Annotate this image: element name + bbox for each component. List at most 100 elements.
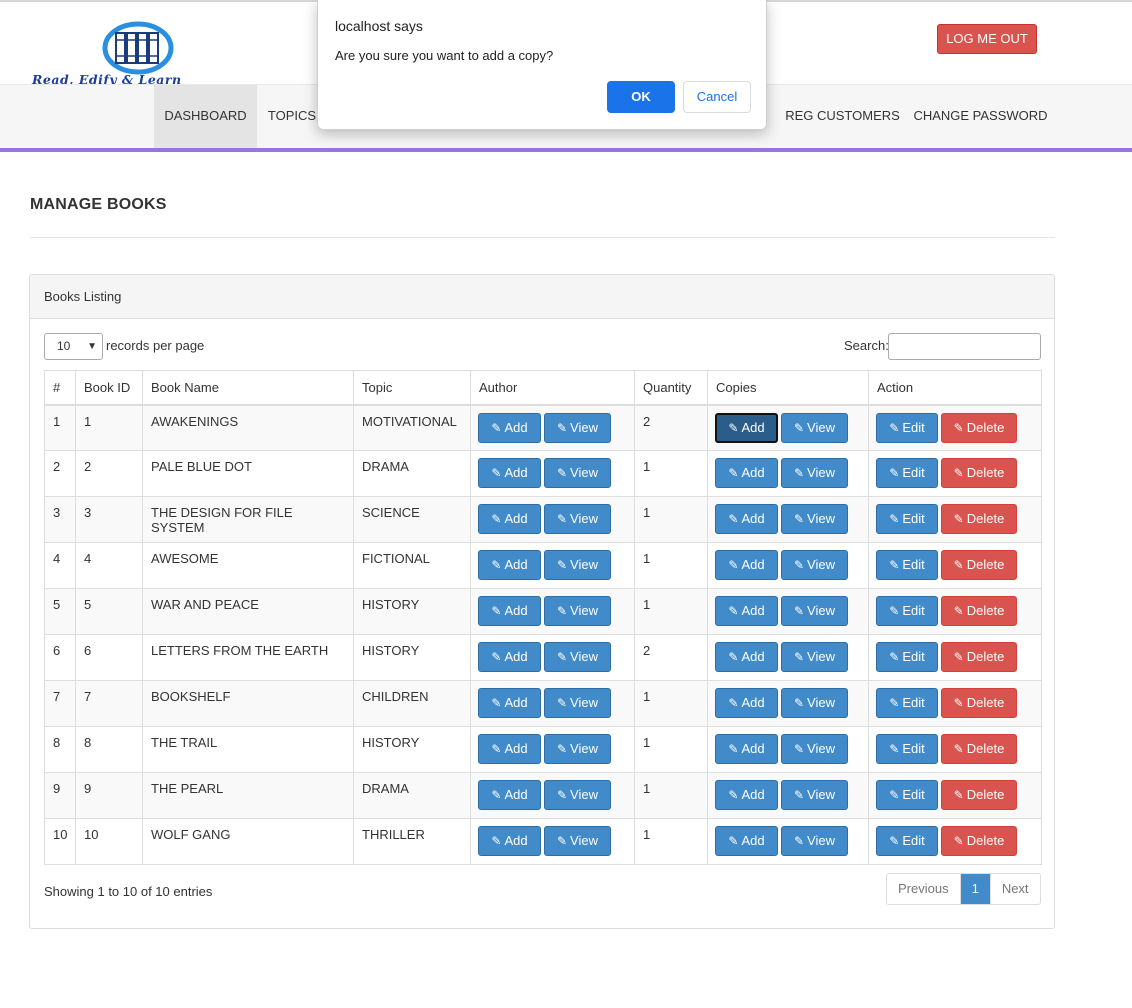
copies-view-button[interactable]: ✎ View: [781, 550, 848, 580]
copies-add-button[interactable]: ✎ Add: [715, 642, 778, 672]
delete-button[interactable]: ✎ Delete: [941, 550, 1017, 580]
pagination-next[interactable]: Next: [989, 874, 1040, 904]
button-label: Edit: [902, 465, 925, 480]
copies-view-button[interactable]: ✎ View: [781, 412, 848, 443]
cell-topic: HISTORY: [353, 588, 471, 635]
cell-book-id: 1: [75, 404, 143, 451]
delete-button[interactable]: ✎ Delete: [941, 412, 1017, 443]
delete-button[interactable]: ✎ Delete: [941, 826, 1017, 856]
copies-view-button[interactable]: ✎ View: [781, 458, 848, 488]
column-header[interactable]: Quantity: [634, 370, 708, 406]
author-view-button[interactable]: ✎ View: [544, 596, 611, 626]
table-row: 1 1 AWAKENINGS MOTIVATIONAL ✎ Add ✎ View 2 ✎ Add ✎ V…: [44, 404, 1042, 451]
column-header[interactable]: Book Name: [142, 370, 354, 406]
copies-add-button[interactable]: ✎ Add: [715, 734, 778, 764]
nav-change-password[interactable]: CHANGE PASSWORD: [910, 85, 1051, 149]
author-view-button[interactable]: ✎ View: [544, 734, 611, 764]
author-add-button[interactable]: ✎ Add: [478, 688, 541, 718]
column-header[interactable]: Copies: [707, 370, 869, 406]
logout-button[interactable]: LOG ME OUT: [937, 24, 1037, 54]
edit-button[interactable]: ✎ Edit: [876, 642, 938, 672]
pagination-page-current[interactable]: 1: [960, 874, 990, 904]
cell-book-name: LETTERS FROM THE EARTH: [142, 634, 354, 681]
delete-button[interactable]: ✎ Delete: [941, 504, 1017, 534]
delete-button[interactable]: ✎ Delete: [941, 642, 1017, 672]
cell-topic: MOTIVATIONAL: [353, 404, 471, 451]
copies-add-button[interactable]: ✎ Add: [715, 458, 778, 488]
copies-add-button[interactable]: ✎ Add: [715, 412, 778, 443]
column-header[interactable]: Book ID: [75, 370, 143, 406]
edit-square-icon: ✎: [556, 834, 568, 848]
pagination-previous[interactable]: Previous: [887, 874, 961, 904]
button-label: Edit: [902, 419, 925, 435]
button-label: Add: [741, 557, 765, 572]
edit-button[interactable]: ✎ Edit: [876, 734, 938, 764]
author-view-button[interactable]: ✎ View: [544, 642, 611, 672]
edit-button[interactable]: ✎ Edit: [876, 412, 938, 443]
edit-square-icon: ✎: [556, 788, 568, 802]
edit-button[interactable]: ✎ Edit: [876, 688, 938, 718]
edit-button[interactable]: ✎ Edit: [876, 596, 938, 626]
copies-add-button[interactable]: ✎ Add: [715, 826, 778, 856]
author-add-button[interactable]: ✎ Add: [478, 458, 541, 488]
author-view-button[interactable]: ✎ View: [544, 504, 611, 534]
pencil-icon: ✎: [728, 558, 739, 572]
edit-button[interactable]: ✎ Edit: [876, 826, 938, 856]
author-add-button[interactable]: ✎ Add: [478, 412, 541, 443]
copies-add-button[interactable]: ✎ Add: [715, 688, 778, 718]
nav-dashboard[interactable]: DASHBOARD: [154, 85, 257, 149]
copies-add-button[interactable]: ✎ Add: [715, 596, 778, 626]
author-view-button[interactable]: ✎ View: [544, 826, 611, 856]
author-add-button[interactable]: ✎ Add: [478, 780, 541, 810]
records-per-page-select[interactable]: 10 ▼: [44, 333, 103, 360]
column-header[interactable]: Topic: [353, 370, 471, 406]
cell-num: 3: [44, 496, 76, 543]
records-per-page-label: records per page: [106, 338, 205, 353]
copies-view-button[interactable]: ✎ View: [781, 596, 848, 626]
copies-view-button[interactable]: ✎ View: [781, 826, 848, 856]
delete-button[interactable]: ✎ Delete: [941, 780, 1017, 810]
author-view-button[interactable]: ✎ View: [544, 688, 611, 718]
copies-add-button[interactable]: ✎ Add: [715, 504, 778, 534]
author-view-button[interactable]: ✎ View: [544, 412, 611, 443]
cell-book-name: AWESOME: [142, 542, 354, 589]
nav-reg-customers[interactable]: REG CUSTOMERS: [781, 85, 904, 149]
column-header[interactable]: #: [44, 370, 76, 406]
author-add-button[interactable]: ✎ Add: [478, 550, 541, 580]
search-input[interactable]: [888, 333, 1041, 360]
author-add-button[interactable]: ✎ Add: [478, 596, 541, 626]
edit-button[interactable]: ✎ Edit: [876, 504, 938, 534]
site-logo[interactable]: Read, Edify & Learn: [30, 18, 254, 88]
author-view-button[interactable]: ✎ View: [544, 458, 611, 488]
cell-num: 2: [44, 450, 76, 497]
delete-button[interactable]: ✎ Delete: [941, 458, 1017, 488]
author-add-button[interactable]: ✎ Add: [478, 734, 541, 764]
edit-button[interactable]: ✎ Edit: [876, 550, 938, 580]
dialog-cancel-button[interactable]: Cancel: [683, 81, 751, 113]
copies-add-button[interactable]: ✎ Add: [715, 550, 778, 580]
author-add-button[interactable]: ✎ Add: [478, 504, 541, 534]
button-label: Add: [504, 419, 528, 435]
copies-view-button[interactable]: ✎ View: [781, 734, 848, 764]
delete-button[interactable]: ✎ Delete: [941, 688, 1017, 718]
author-view-button[interactable]: ✎ View: [544, 550, 611, 580]
pencil-icon: ✎: [728, 742, 739, 756]
copies-add-button[interactable]: ✎ Add: [715, 780, 778, 810]
edit-button[interactable]: ✎ Edit: [876, 458, 938, 488]
author-add-button[interactable]: ✎ Add: [478, 642, 541, 672]
delete-button[interactable]: ✎ Delete: [941, 734, 1017, 764]
copies-view-button[interactable]: ✎ View: [781, 642, 848, 672]
author-view-button[interactable]: ✎ View: [544, 780, 611, 810]
column-header[interactable]: Author: [470, 370, 635, 406]
author-add-button[interactable]: ✎ Add: [478, 826, 541, 856]
cell-row-actions: ✎ Edit ✎ Delete: [868, 680, 1042, 727]
copies-view-button[interactable]: ✎ View: [781, 504, 848, 534]
edit-button[interactable]: ✎ Edit: [876, 780, 938, 810]
dialog-ok-button[interactable]: OK: [607, 81, 675, 113]
nav-topics[interactable]: TOPICS: [261, 85, 323, 149]
cell-row-actions: ✎ Edit ✎ Delete: [868, 404, 1042, 451]
copies-view-button[interactable]: ✎ View: [781, 780, 848, 810]
copies-view-button[interactable]: ✎ View: [781, 688, 848, 718]
column-header[interactable]: Action: [868, 370, 1042, 406]
delete-button[interactable]: ✎ Delete: [941, 596, 1017, 626]
